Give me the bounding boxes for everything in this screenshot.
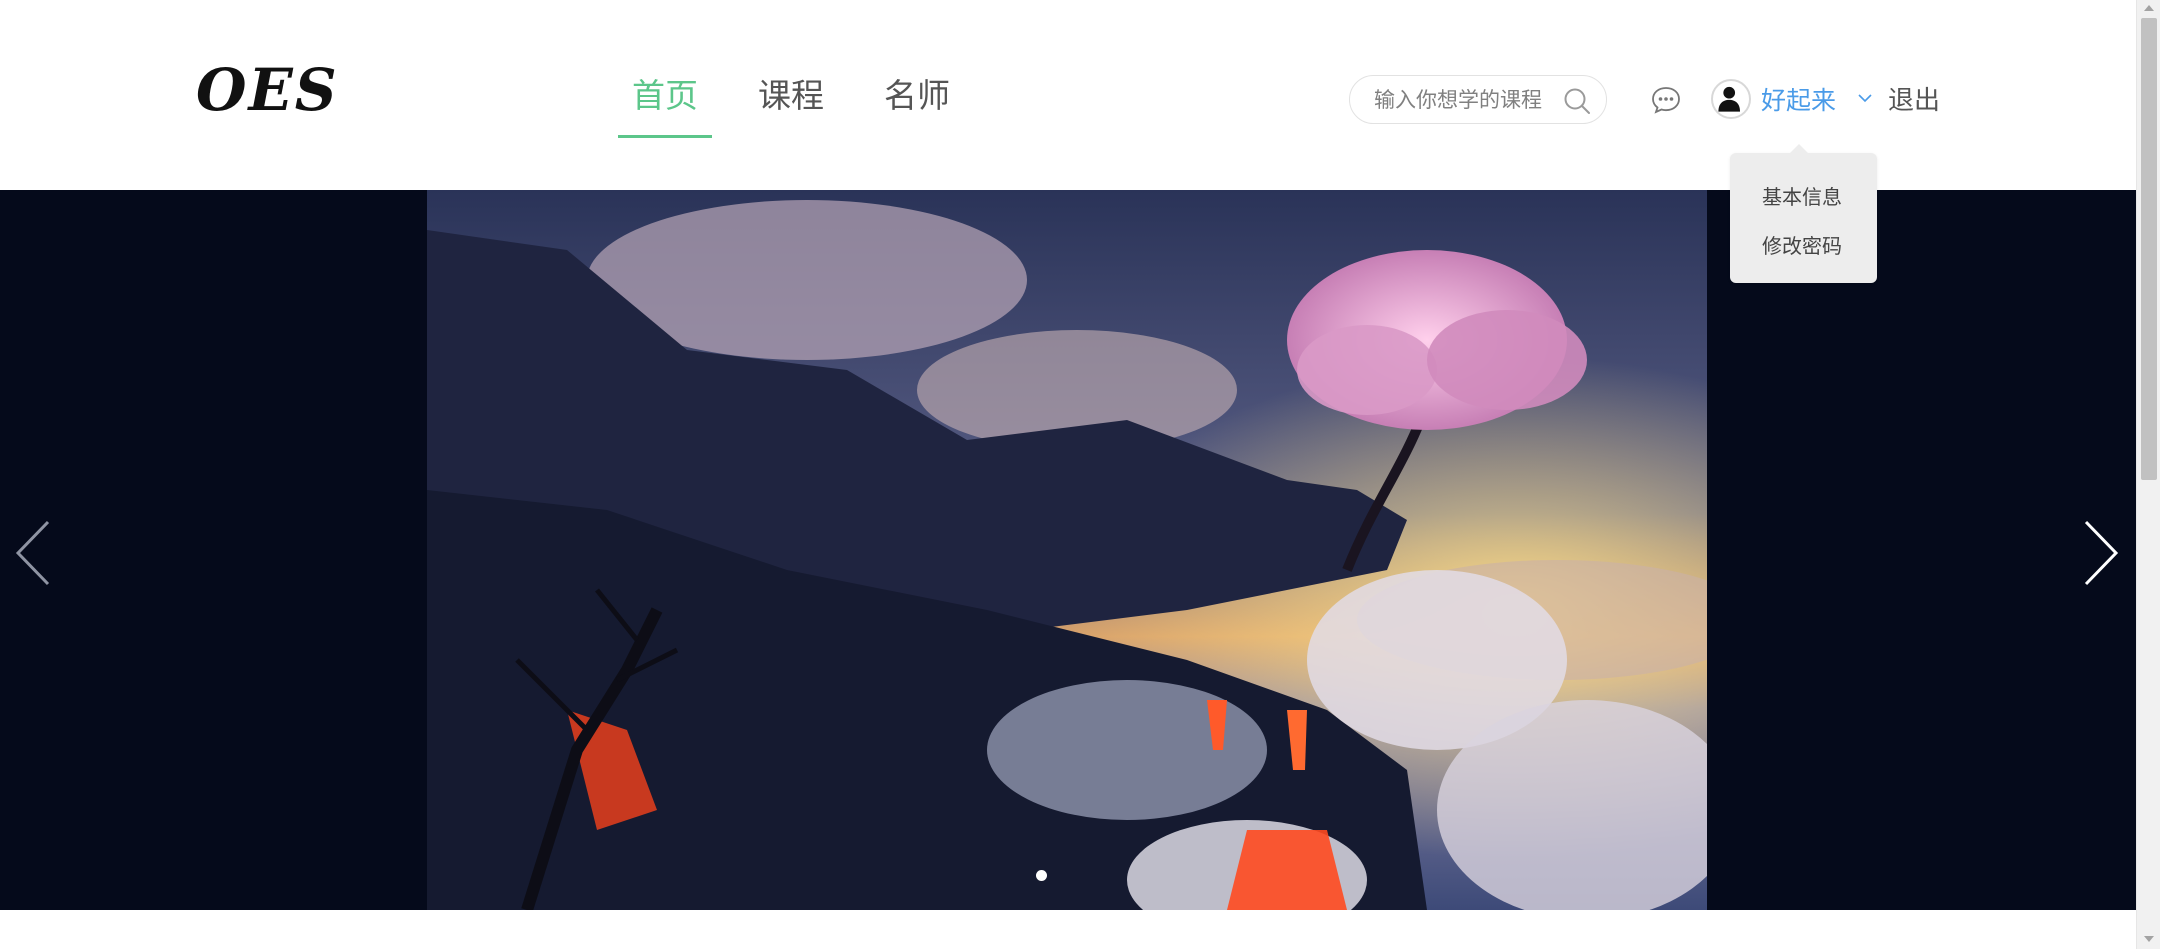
chevron-down-icon[interactable]: [1857, 92, 1873, 104]
logout-button[interactable]: 退出: [1888, 80, 1940, 117]
scroll-down-arrow-icon[interactable]: [2143, 935, 2155, 943]
person-icon: [1718, 86, 1740, 112]
user-avatar-icon[interactable]: [1711, 79, 1751, 119]
search-box: [1349, 75, 1607, 124]
menu-item-basic-info[interactable]: 基本信息: [1762, 181, 1842, 210]
nav-item-teachers[interactable]: 名师: [870, 60, 964, 138]
user-dropdown-menu: 基本信息 修改密码: [1730, 144, 1877, 283]
page-scrollbar[interactable]: [2136, 0, 2160, 949]
search-icon[interactable]: [1562, 86, 1592, 116]
search-input[interactable]: [1372, 83, 1562, 117]
scroll-up-arrow-icon[interactable]: [2143, 4, 2155, 12]
chevron-left-icon[interactable]: [14, 518, 54, 588]
nav-item-courses[interactable]: 课程: [744, 60, 838, 138]
carousel-indicator-dot[interactable]: [1036, 870, 1047, 881]
nav-item-home[interactable]: 首页: [618, 60, 712, 138]
user-name[interactable]: 好起来: [1761, 81, 1836, 117]
banner-image[interactable]: [427, 190, 1707, 910]
hero-carousel: [0, 190, 2136, 910]
chevron-right-icon[interactable]: [2080, 518, 2120, 588]
main-nav: 首页 课程 名师: [618, 60, 996, 138]
message-icon[interactable]: [1651, 86, 1681, 114]
menu-item-change-password[interactable]: 修改密码: [1762, 230, 1842, 259]
user-menu-trigger[interactable]: 好起来: [1711, 78, 1836, 120]
scrollbar-thumb[interactable]: [2141, 18, 2157, 480]
site-logo[interactable]: OES: [196, 56, 339, 124]
